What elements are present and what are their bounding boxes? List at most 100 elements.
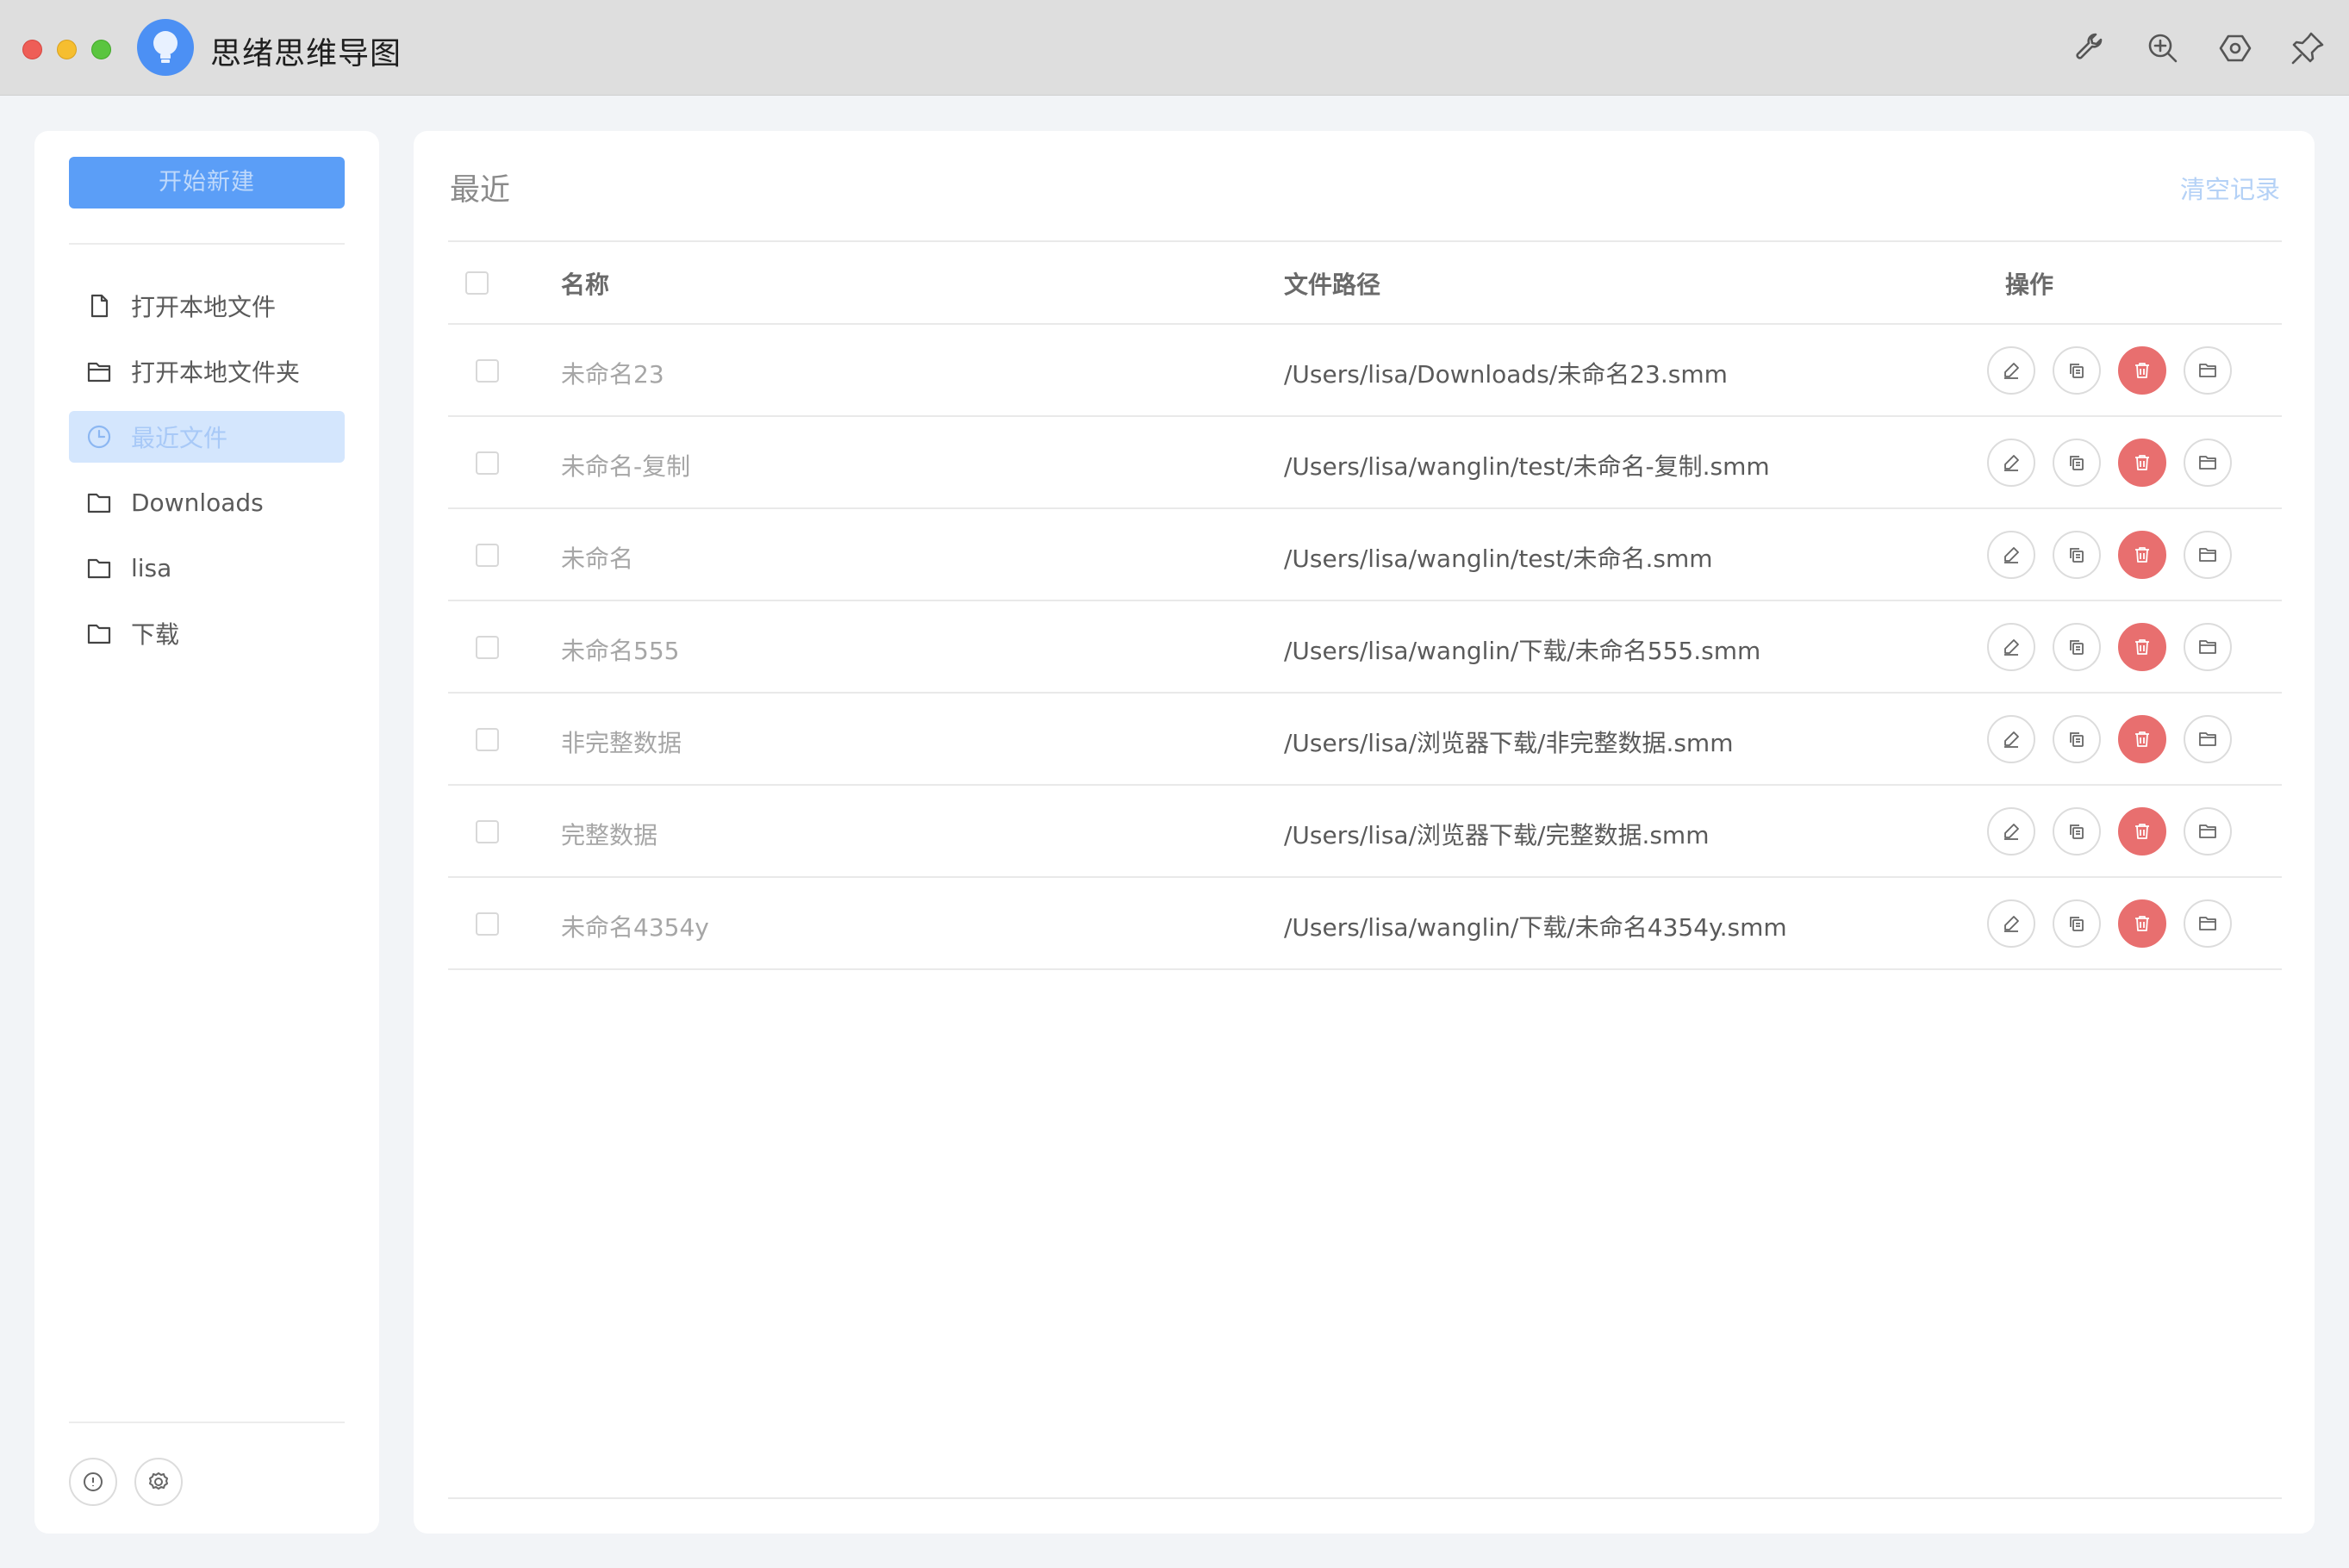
main-panel: 最近 清空记录 名称 文件路径 操作 未命名23/Users/lisa/Down…	[414, 131, 2315, 1534]
file-path-cell: /Users/lisa/wanglin/test/未命名.smm	[1284, 544, 1713, 573]
copy-button[interactable]	[2053, 807, 2101, 856]
folder-icon	[2199, 824, 2216, 838]
edit-button[interactable]	[1987, 715, 2035, 763]
table-row[interactable]: 未命名4354y/Users/lisa/wanglin/下载/未命名4354y.…	[448, 878, 2282, 970]
sidebar-item-download-cn[interactable]: 下载	[69, 607, 345, 659]
open-folder-button[interactable]	[2184, 899, 2232, 948]
folder-icon	[2199, 732, 2216, 746]
edit-button[interactable]	[1987, 899, 2035, 948]
column-header-name: 名称	[561, 271, 610, 299]
folder-icon	[2199, 456, 2216, 470]
row-checkbox[interactable]	[476, 820, 499, 843]
delete-button[interactable]	[2118, 715, 2166, 763]
info-button[interactable]	[69, 1458, 117, 1506]
copy-button[interactable]	[2053, 439, 2101, 487]
sidebar-item-downloads[interactable]: Downloads	[69, 476, 345, 528]
delete-icon	[2135, 731, 2149, 747]
row-checkbox[interactable]	[476, 359, 499, 383]
header-divider	[448, 240, 2282, 242]
row-checkbox[interactable]	[476, 451, 499, 475]
zoom-in-icon[interactable]	[2144, 29, 2182, 67]
sidebar-item-open-file[interactable]: 打开本地文件	[69, 280, 345, 332]
open-folder-button[interactable]	[2184, 346, 2232, 395]
file-name-cell[interactable]: 未命名-复制	[561, 448, 690, 482]
table-row[interactable]: 未命名-复制/Users/lisa/wanglin/test/未命名-复制.sm…	[448, 417, 2282, 509]
table-row[interactable]: 完整数据/Users/lisa/浏览器下载/完整数据.smm	[448, 786, 2282, 878]
folder-icon	[87, 558, 111, 579]
row-checkbox[interactable]	[476, 912, 499, 936]
table-row[interactable]: 未命名/Users/lisa/wanglin/test/未命名.smm	[448, 509, 2282, 601]
sidebar-item-open-folder[interactable]: 打开本地文件夹	[69, 345, 345, 397]
window-minimize-button[interactable]	[57, 40, 77, 59]
window-close-button[interactable]	[22, 40, 42, 59]
edit-button[interactable]	[1987, 346, 2035, 395]
info-icon	[84, 1472, 103, 1491]
file-name-cell[interactable]: 未命名4354y	[561, 909, 709, 943]
edit-icon	[2004, 547, 2019, 563]
file-name-cell[interactable]: 完整数据	[561, 817, 657, 851]
row-checkbox[interactable]	[476, 544, 499, 567]
copy-button[interactable]	[2053, 346, 2101, 395]
table-row[interactable]: 未命名555/Users/lisa/wanglin/下载/未命名555.smm	[448, 601, 2282, 694]
file-path-cell: /Users/lisa/wanglin/下载/未命名555.smm	[1284, 637, 1761, 665]
copy-button[interactable]	[2053, 623, 2101, 671]
delete-button[interactable]	[2118, 807, 2166, 856]
column-header-actions: 操作	[2005, 271, 2054, 299]
open-folder-button[interactable]	[2184, 715, 2232, 763]
file-name-cell[interactable]: 未命名	[561, 540, 633, 575]
folder-icon	[2199, 548, 2216, 562]
folder-icon	[87, 493, 111, 513]
file-path-cell: /Users/lisa/wanglin/下载/未命名4354y.smm	[1284, 913, 1787, 942]
clock-icon	[87, 425, 111, 449]
clear-history-link[interactable]: 清空记录	[2180, 170, 2280, 206]
sidebar-footer-divider	[69, 1422, 345, 1423]
file-name-cell[interactable]: 未命名23	[561, 356, 664, 390]
edit-button[interactable]	[1987, 623, 2035, 671]
folder-icon	[87, 624, 111, 644]
sidebar-item-lisa[interactable]: lisa	[69, 542, 345, 594]
table-row[interactable]: 非完整数据/Users/lisa/浏览器下载/非完整数据.smm	[448, 694, 2282, 786]
file-name-cell[interactable]: 非完整数据	[561, 725, 682, 759]
window-maximize-button[interactable]	[91, 40, 111, 59]
copy-button[interactable]	[2053, 899, 2101, 948]
select-all-checkbox[interactable]	[465, 271, 489, 295]
delete-icon	[2135, 824, 2149, 839]
pin-icon[interactable]	[2289, 29, 2327, 67]
open-folder-button[interactable]	[2184, 623, 2232, 671]
sidebar-item-label: 最近文件	[131, 424, 228, 452]
hexagon-settings-icon[interactable]	[2216, 29, 2254, 67]
edit-button[interactable]	[1987, 531, 2035, 579]
file-icon	[90, 294, 109, 318]
sidebar-item-label: 打开本地文件夹	[131, 358, 301, 387]
delete-icon	[2135, 639, 2149, 655]
delete-button[interactable]	[2118, 346, 2166, 395]
app-title: 思绪思维导图	[210, 36, 402, 72]
delete-button[interactable]	[2118, 623, 2166, 671]
sidebar-item-recent[interactable]: 最近文件	[69, 411, 345, 463]
table-row[interactable]: 未命名23/Users/lisa/Downloads/未命名23.smm	[448, 325, 2282, 417]
copy-icon	[2070, 364, 2084, 378]
wrench-icon[interactable]	[2072, 29, 2109, 67]
row-checkbox[interactable]	[476, 728, 499, 751]
copy-button[interactable]	[2053, 715, 2101, 763]
file-name-cell[interactable]: 未命名555	[561, 632, 679, 667]
delete-button[interactable]	[2118, 531, 2166, 579]
edit-button[interactable]	[1987, 439, 2035, 487]
copy-icon	[2070, 824, 2084, 839]
new-mindmap-button[interactable]: 开始新建	[69, 157, 345, 208]
open-folder-button[interactable]	[2184, 531, 2232, 579]
sidebar-item-label: Downloads	[131, 488, 264, 517]
delete-button[interactable]	[2118, 439, 2166, 487]
copy-button[interactable]	[2053, 531, 2101, 579]
delete-icon	[2135, 363, 2149, 378]
row-checkbox[interactable]	[476, 636, 499, 659]
file-path-cell: /Users/lisa/浏览器下载/非完整数据.smm	[1284, 729, 1734, 757]
edit-button[interactable]	[1987, 807, 2035, 856]
delete-icon	[2135, 455, 2149, 470]
open-folder-button[interactable]	[2184, 807, 2232, 856]
copy-icon	[2070, 456, 2084, 470]
open-folder-button[interactable]	[2184, 439, 2232, 487]
delete-icon	[2135, 547, 2149, 563]
settings-button[interactable]	[134, 1458, 183, 1506]
delete-button[interactable]	[2118, 899, 2166, 948]
